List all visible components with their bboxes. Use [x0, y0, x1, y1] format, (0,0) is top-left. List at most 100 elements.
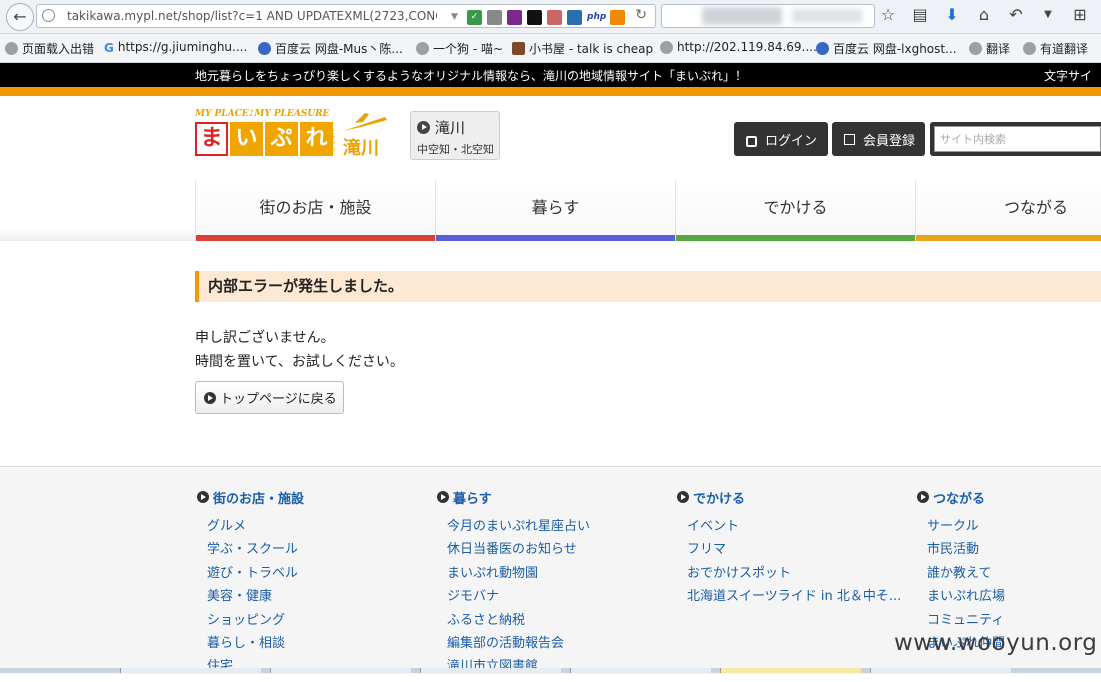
footer-link[interactable]: 今月のまいぷれ星座占い [447, 518, 672, 541]
reload-icon[interactable]: ↻ [635, 7, 647, 23]
footer-heading[interactable]: 暮らす [437, 488, 672, 507]
footer-link[interactable]: 学ぶ・スクール [207, 541, 432, 564]
footer-link[interactable]: 誰か教えて [927, 565, 1101, 588]
footer-link[interactable]: 北海道スイーツライド in 北＆中そ... [687, 588, 912, 611]
footer-link[interactable]: まいぷれ動物園 [447, 565, 672, 588]
footer-link[interactable]: グルメ [207, 518, 432, 541]
footer-link-list: イベント フリマ おでかけスポット 北海道スイーツライド in 北＆中そ... [687, 518, 912, 612]
register-button[interactable]: 会員登録 [832, 122, 925, 156]
bookmark-star-icon[interactable]: ☆ [878, 5, 898, 24]
download-icon[interactable]: ⬇ [942, 5, 962, 24]
nav-connect[interactable]: つながる [915, 180, 1101, 241]
footer-column: 街のお店・施設 グルメ 学ぶ・スクール 遊び・トラベル 美容・健康 ショッピング… [197, 488, 432, 682]
chart-addon-icon[interactable] [610, 9, 625, 25]
site-topbar: 地元暮らしをちょっぴり楽しくするようなオリジナル情報なら、滝川の地域情報サイト「… [0, 63, 1101, 100]
footer-link[interactable]: 美容・健康 [207, 588, 432, 611]
shield-icon[interactable]: ✓ [467, 9, 482, 25]
nav-label: 街のお店・施設 [259, 198, 372, 217]
back-to-top-button[interactable]: トップページに戻る [195, 381, 344, 414]
nav-living[interactable]: 暮らす [435, 180, 675, 241]
footer-link[interactable]: 暮らし・相談 [207, 635, 432, 658]
footer-link[interactable]: ショッピング [207, 612, 432, 635]
register-label: 会員登録 [863, 133, 916, 149]
footer-heading[interactable]: でかける [677, 488, 912, 507]
taskbar-item[interactable] [870, 668, 1011, 673]
arrow-circle-icon [197, 491, 209, 503]
error-heading: 内部エラーが発生しました。 [195, 271, 1101, 302]
pen-icon[interactable] [507, 9, 522, 25]
browser-search-bar[interactable] [661, 4, 875, 28]
footer-heading-label: 街のお店・施設 [213, 491, 305, 507]
footer-link[interactable]: サークル [927, 518, 1101, 541]
addon-icons: ▼ ✓ php [447, 8, 625, 26]
home-icon[interactable]: ⌂ [974, 5, 994, 24]
footer-link[interactable]: 編集部の活動報告会 [447, 635, 672, 658]
wave-icon[interactable] [567, 9, 582, 25]
nav-outing[interactable]: でかける [675, 180, 915, 241]
footer-heading-label: 暮らす [453, 491, 492, 507]
login-button[interactable]: ログイン [734, 122, 828, 156]
page-icon [1023, 42, 1036, 55]
address-bar[interactable]: takikawa.mypl.net/shop/list?c=1 AND UPDA… [36, 4, 656, 28]
bookmark-item[interactable]: 有道翻译 [1023, 40, 1088, 57]
url-text[interactable]: takikawa.mypl.net/shop/list?c=1 AND UPDA… [67, 9, 437, 23]
footer-link[interactable]: まいぷれ広場 [927, 588, 1101, 611]
footer-heading[interactable]: つながる [917, 488, 1101, 507]
footer-link[interactable]: イベント [687, 518, 912, 541]
bookmark-item[interactable]: Ghttps://g.jiuminghu.... [104, 40, 247, 55]
footer-link[interactable]: ふるさと納税 [447, 612, 672, 635]
crop-icon[interactable]: ⊞ [1070, 5, 1090, 24]
baidu-cloud-icon [258, 42, 271, 55]
bookmark-item[interactable]: 页面载入出错 [5, 40, 94, 57]
dropdown-icon[interactable]: ▼ [1038, 9, 1058, 20]
site-search [930, 122, 1101, 156]
site-logo[interactable]: MY PLACE♪MY PLEASURE ま い ぷ れ 滝川 たきかわ [195, 109, 391, 161]
edit-icon [844, 133, 855, 145]
browser-toolbar: ← takikawa.mypl.net/shop/list?c=1 AND UP… [0, 0, 1101, 34]
page-icon [969, 42, 982, 55]
logo-ruby: たきかわ [328, 128, 335, 152]
nav-shops[interactable]: 街のお店・施設 [195, 180, 435, 241]
os-taskbar [0, 668, 1101, 673]
logo-char: ぷ [265, 122, 298, 156]
area-badge[interactable]: 滝川 中空知・北空知 [410, 111, 500, 160]
back-arrow-icon[interactable]: ← [6, 3, 34, 31]
bookmark-item[interactable]: http://202.119.84.69.... [660, 40, 817, 54]
nav-underline [676, 235, 915, 241]
bookmark-item[interactable]: 百度云 网盘-Mus丶陈... [258, 40, 403, 57]
global-nav: 街のお店・施設 暮らす でかける つながる [0, 180, 1101, 241]
dropdown-icon[interactable]: ▼ [447, 10, 462, 25]
taskbar-item[interactable] [270, 668, 411, 673]
logo-city: 滝川 [343, 138, 379, 159]
area-city: 滝川 [435, 119, 466, 137]
footer-heading[interactable]: 街のお店・施設 [197, 488, 432, 507]
nav-label: つながる [1004, 198, 1069, 217]
taskbar-item[interactable] [120, 668, 261, 673]
taskbar-item[interactable] [720, 668, 861, 673]
bookmark-item[interactable]: 一个狗 - 喵~ [416, 40, 503, 57]
footer-heading-label: でかける [693, 491, 746, 507]
flag-icon[interactable] [527, 9, 542, 25]
qr-code-icon[interactable] [487, 9, 502, 25]
bookmark-item[interactable]: 翻译 [969, 40, 1010, 57]
site-search-input[interactable] [934, 126, 1101, 152]
footer-link[interactable]: フリマ [687, 541, 912, 564]
taskbar-item[interactable] [570, 668, 711, 673]
bookmark-item[interactable]: 百度云 网盘-lxghost... [816, 40, 957, 57]
footer-link[interactable]: ジモバナ [447, 588, 672, 611]
footer-column: でかける イベント フリマ おでかけスポット 北海道スイーツライド in 北＆中… [677, 488, 912, 612]
bookmark-item[interactable]: 小书屋 - talk is cheap [512, 40, 653, 57]
footer-link[interactable]: 遊び・トラベル [207, 565, 432, 588]
nav-underline [916, 235, 1101, 241]
php-icon[interactable]: php [587, 10, 606, 25]
footer-link[interactable]: 市民活動 [927, 541, 1101, 564]
taskbar-item[interactable] [420, 668, 561, 673]
undo-icon[interactable]: ↶ [1006, 5, 1026, 24]
footer-link[interactable]: 休日当番医のお知らせ [447, 541, 672, 564]
nav-label: でかける [763, 198, 828, 217]
nav-label: 暮らす [531, 198, 580, 217]
reading-list-icon[interactable]: ▤ [910, 5, 930, 24]
plane-icon [343, 113, 387, 131]
footer-link[interactable]: おでかけスポット [687, 565, 912, 588]
brush-icon[interactable] [547, 9, 562, 25]
